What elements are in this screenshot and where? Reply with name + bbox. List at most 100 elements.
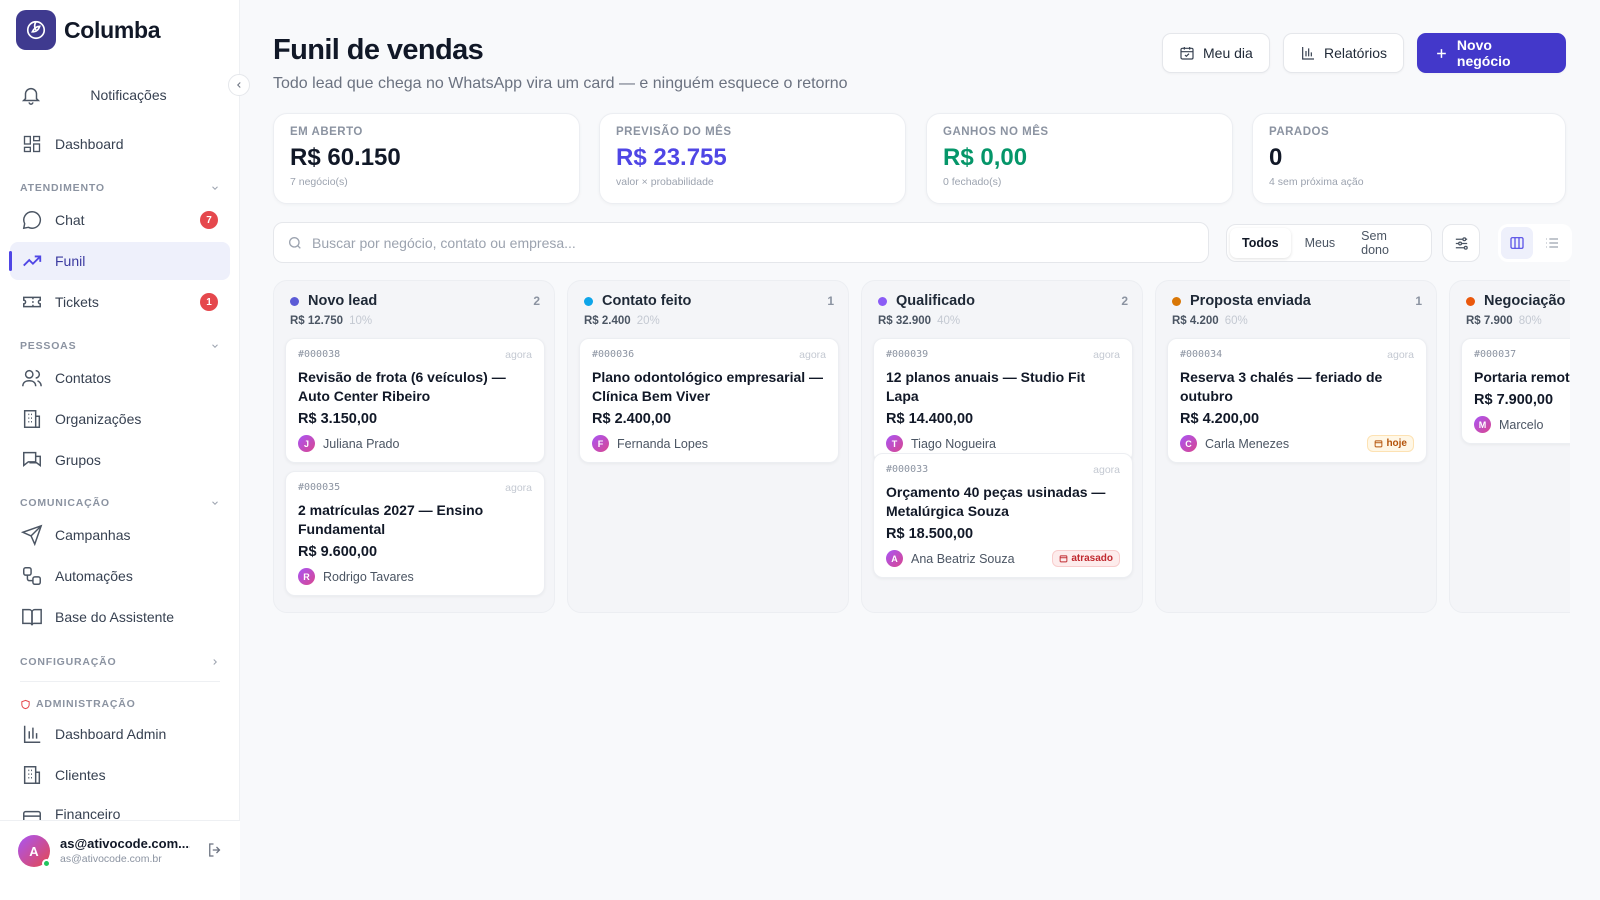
logout-icon[interactable] (206, 841, 224, 859)
sidebar-item-label: Funil (55, 253, 86, 269)
owner-name: Rodrigo Tavares (323, 569, 414, 584)
deal-value: R$ 4.200,00 (1180, 411, 1260, 427)
sidebar-item-dashboard[interactable]: Dashboard (10, 125, 230, 163)
main-content: Funil de vendas Todo lead que chega no W… (240, 0, 1600, 900)
user-name: as@ativocode.com.... (60, 836, 190, 851)
sidebar: Columba Notificações Dashboard ATENDIMEN… (0, 0, 250, 900)
filter-sem-dono[interactable]: Sem dono (1349, 228, 1428, 258)
owner-name: Juliana Prado (323, 436, 400, 451)
owner-avatar: R (298, 568, 315, 585)
stage-dot (878, 296, 887, 306)
sidebar-item-automacoes[interactable]: Automações (10, 557, 230, 595)
kanban-view-icon[interactable] (1501, 227, 1533, 259)
list-view-icon[interactable] (1536, 227, 1568, 259)
deal-card[interactable]: #000034 agora Reserva 3 chalés — feriado … (1167, 338, 1427, 463)
section-comunicacao[interactable]: COMUNICAÇÃO (20, 497, 220, 509)
relatorios-button[interactable]: Relatórios (1283, 33, 1405, 73)
deal-card[interactable]: #000036 agora Plano odontológico empresar… (579, 338, 839, 463)
sliders-icon (1455, 236, 1468, 250)
sidebar-item-organizacoes[interactable]: Organizações (10, 400, 230, 438)
page-title: Funil de vendas (273, 34, 484, 66)
filter-todos[interactable]: Todos (1230, 228, 1291, 258)
notifications-label: Notificações (90, 87, 167, 103)
sidebar-item-financeiro[interactable]: Financeiro (10, 797, 230, 820)
deal-card[interactable]: #000039 agora 12 planos anuais — Studio F… (873, 338, 1133, 463)
novo-negocio-button[interactable]: Novo negócio (1417, 33, 1566, 73)
sidebar-item-label: Automações (55, 568, 133, 584)
column-probability: 40% (937, 315, 961, 327)
sidebar-item-label: Campanhas (55, 527, 131, 543)
badge-label: atrasado (1071, 553, 1113, 564)
sidebar-item-dashboard-admin[interactable]: Dashboard Admin (10, 715, 230, 753)
sidebar-item-label: Organizações (55, 411, 142, 427)
calendar-icon (1180, 47, 1194, 60)
deal-card[interactable]: #000037agora Portaria remota — Jardim da… (1461, 338, 1570, 444)
button-label: Relatórios (1324, 45, 1388, 61)
sidebar-item-contatos[interactable]: Contatos (10, 359, 230, 397)
meu-dia-button[interactable]: Meu dia (1162, 33, 1270, 73)
column-probability: 20% (636, 315, 660, 327)
owner-avatar: F (592, 435, 609, 452)
online-status-dot (42, 859, 51, 868)
section-configuracao[interactable]: CONFIGURAÇÃO (20, 656, 220, 668)
kpi-value: R$ 0,00 (943, 144, 1028, 171)
column-title: Novo lead (308, 293, 378, 309)
chevron-down-icon (212, 344, 218, 348)
notifications-item[interactable]: Notificações (10, 76, 215, 114)
sidebar-item-base-assistente[interactable]: Base do Assistente (10, 598, 230, 636)
chat-unread-badge: 7 (200, 211, 218, 229)
collapse-sidebar-button[interactable] (228, 74, 250, 96)
owner-name: Ana Beatriz Souza (911, 551, 1015, 566)
column-header: Contato feito 1 R$ 2.400 20% (584, 293, 834, 327)
column-title: Contato feito (602, 293, 692, 309)
filter-meus[interactable]: Meus (1293, 228, 1348, 258)
owner-name: Tiago Nogueira (911, 436, 997, 451)
tickets-badge: 1 (200, 293, 218, 311)
section-label: CONFIGURAÇÃO (20, 656, 117, 668)
sidebar-item-grupos[interactable]: Grupos (10, 441, 230, 479)
column-count: 1 (1415, 294, 1422, 308)
sidebar-item-label: Tickets (55, 294, 99, 310)
deal-card[interactable]: #000035 agora 2 matrículas 2027 — Ensino … (285, 471, 545, 596)
column-header: Qualificado 2 R$ 32.900 40% (878, 293, 1128, 327)
ticket-icon (20, 290, 44, 314)
sidebar-item-clientes[interactable]: Clientes (10, 756, 230, 794)
section-pessoas[interactable]: PESSOAS (20, 340, 220, 352)
app-name: Columba (64, 16, 161, 43)
deal-title: Plano odontológico empresarial — Clínica… (592, 369, 824, 404)
column-probability: 60% (1224, 315, 1248, 327)
deal-id: #000033 (886, 464, 929, 475)
sidebar-item-tickets[interactable]: Tickets 1 (10, 283, 230, 321)
column-sum: R$ 12.750 (290, 315, 344, 327)
sidebar-item-funil[interactable]: Funil (9, 242, 230, 280)
column-qualificado: Qualificado 2 R$ 32.900 40% #000039 agora … (861, 280, 1143, 613)
column-sum: R$ 4.200 (1172, 315, 1219, 327)
column-title: Qualificado (896, 293, 975, 309)
sidebar-item-label: Contatos (55, 370, 112, 386)
owner-name: Carla Menezes (1205, 436, 1290, 451)
column-probability: 80% (1518, 315, 1542, 327)
brand[interactable]: Columba (16, 10, 161, 50)
sidebar-item-chat[interactable]: Chat 7 (10, 201, 230, 239)
user-profile[interactable]: A as@ativocode.com.... as@ativocode.com.… (0, 820, 240, 900)
deal-value: R$ 7.900,00 (1474, 392, 1554, 408)
kpi-label: GANHOS NO MÊS (943, 126, 1049, 138)
book-icon (20, 605, 44, 629)
deal-card[interactable]: #000033 agora Orçamento 40 peças usinadas… (873, 453, 1133, 578)
search-placeholder: Buscar por negócio, contato ou empresa..… (312, 234, 576, 251)
deal-id: #000034 (1180, 349, 1223, 360)
deal-id: #000037 (1474, 349, 1517, 360)
kpi-label: PREVISÃO DO MÊS (616, 126, 732, 138)
sidebar-item-campanhas[interactable]: Campanhas (10, 516, 230, 554)
deal-time: agora (1387, 349, 1414, 361)
sidebar-item-label: Dashboard (55, 136, 124, 152)
deal-value: R$ 3.150,00 (298, 411, 378, 427)
sidebar-item-label: Grupos (55, 452, 101, 468)
kpi-note: 7 negócio(s) (290, 176, 348, 188)
deal-card[interactable]: #000038 agora Revisão de frota (6 veículo… (285, 338, 545, 463)
filters-button[interactable] (1442, 224, 1480, 262)
sidebar-item-label: Base do Assistente (55, 609, 175, 625)
column-probability: 10% (349, 315, 373, 327)
search-input[interactable]: Buscar por negócio, contato ou empresa..… (273, 222, 1209, 263)
section-atendimento[interactable]: ATENDIMENTO (20, 182, 220, 194)
